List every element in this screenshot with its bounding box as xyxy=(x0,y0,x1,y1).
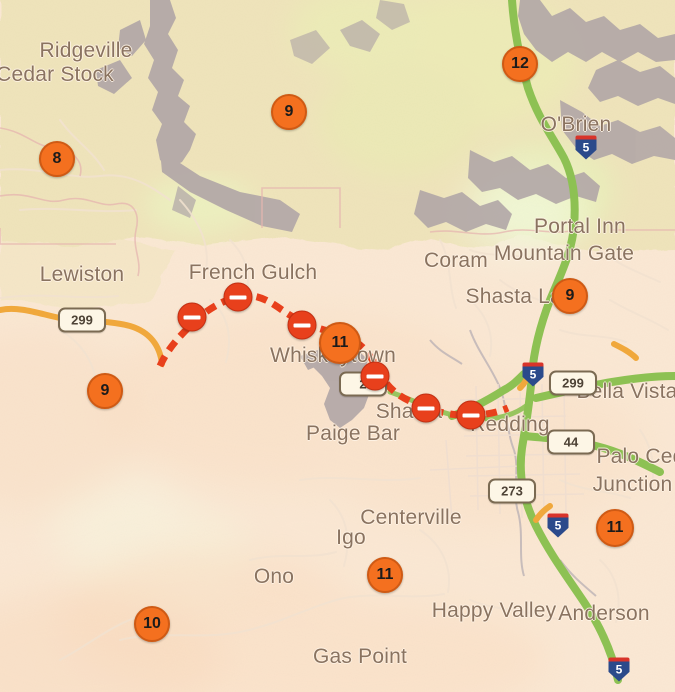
cluster-marker[interactable]: 11 xyxy=(596,509,634,547)
cluster-marker[interactable]: 11 xyxy=(319,322,361,364)
interstate-shield-icon[interactable]: 5 xyxy=(547,513,570,539)
cluster-count: 10 xyxy=(143,615,161,632)
cluster-count: 11 xyxy=(376,566,394,583)
shield-number: 299 xyxy=(58,307,106,333)
state-route-shield-icon[interactable]: 44 xyxy=(547,429,595,455)
cluster-marker[interactable]: 10 xyxy=(134,606,170,642)
road-closed-icon[interactable] xyxy=(223,282,253,312)
cluster-count: 11 xyxy=(331,334,349,351)
cluster-marker[interactable]: 9 xyxy=(87,373,123,409)
shield-number: 5 xyxy=(547,517,569,538)
map-canvas[interactable]: Ridgeville Cedar Stock O'Brien Portal Inn Mo… xyxy=(0,0,675,692)
state-route-shield-icon[interactable]: 299 xyxy=(58,307,106,333)
road-closed-icon[interactable] xyxy=(456,400,486,430)
cluster-count: 9 xyxy=(565,287,575,304)
shield-number: 299 xyxy=(549,370,597,396)
interstate-shield-icon[interactable]: 5 xyxy=(575,135,598,161)
interstate-shield-icon[interactable]: 5 xyxy=(522,362,545,388)
interstate-shield-icon[interactable]: 5 xyxy=(608,657,631,683)
cluster-count: 11 xyxy=(606,519,624,536)
cluster-count: 9 xyxy=(100,382,110,399)
road-closed-icon[interactable] xyxy=(411,393,441,423)
cluster-marker[interactable]: 12 xyxy=(502,46,538,82)
cluster-marker[interactable]: 8 xyxy=(39,141,75,177)
road-closed-icon[interactable] xyxy=(360,361,390,391)
cluster-marker[interactable]: 9 xyxy=(271,94,307,130)
shield-number: 273 xyxy=(488,478,536,504)
cluster-marker[interactable]: 9 xyxy=(552,278,588,314)
road-closed-icon[interactable] xyxy=(287,310,317,340)
cluster-count: 12 xyxy=(511,55,529,72)
shield-number: 5 xyxy=(608,661,630,682)
cluster-count: 9 xyxy=(284,103,294,120)
shield-number: 44 xyxy=(547,429,595,455)
shield-number: 5 xyxy=(522,366,544,387)
cluster-marker[interactable]: 11 xyxy=(367,557,403,593)
shield-number: 5 xyxy=(575,139,597,160)
state-route-shield-icon[interactable]: 299 xyxy=(549,370,597,396)
cluster-count: 8 xyxy=(52,150,62,167)
state-route-shield-icon[interactable]: 273 xyxy=(488,478,536,504)
road-closed-icon[interactable] xyxy=(177,302,207,332)
